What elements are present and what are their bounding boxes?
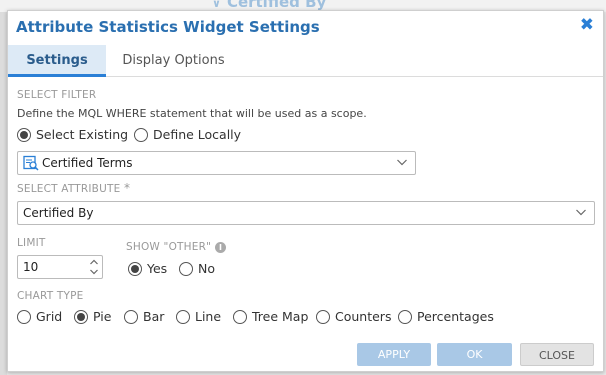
radio-indicator — [398, 309, 412, 324]
attribute-dropdown[interactable]: Certified By — [17, 201, 595, 225]
filter-dropdown[interactable]: Certified Terms — [17, 151, 416, 175]
show-other-label-text: SHOW "OTHER" — [126, 241, 212, 253]
required-marker: * — [123, 181, 131, 195]
radio-indicator — [74, 309, 88, 324]
radio-indicator — [124, 309, 138, 324]
radio-show-other-yes[interactable]: Yes — [128, 261, 167, 276]
radio-define-locally[interactable]: Define Locally — [134, 127, 241, 142]
chevron-down-icon — [396, 156, 408, 168]
limit-value: 10 — [23, 260, 39, 274]
radio-label: Tree Map — [252, 309, 309, 324]
radio-label: Select Existing — [36, 127, 129, 142]
filter-search-icon — [23, 155, 39, 171]
radio-label: Bar — [143, 309, 165, 324]
radio-indicator — [17, 127, 31, 142]
ok-button[interactable]: OK — [437, 343, 512, 366]
select-filter-description: Define the MQL WHERE statement that will… — [17, 107, 367, 120]
limit-label: LIMIT — [17, 237, 46, 249]
radio-indicator — [316, 309, 330, 324]
tab-bar: Settings Display Options — [8, 45, 603, 77]
radio-chart-tree-map[interactable]: Tree Map — [233, 309, 308, 324]
chevron-down-icon: ∨ — [212, 0, 221, 10]
filter-dropdown-value: Certified Terms — [42, 156, 133, 170]
radio-chart-bar[interactable]: Bar — [124, 309, 164, 324]
chevron-down-icon — [575, 206, 587, 218]
radio-chart-percentages[interactable]: Percentages — [398, 309, 494, 324]
radio-chart-line[interactable]: Line — [176, 309, 221, 324]
apply-button[interactable]: APPLY — [357, 343, 431, 366]
radio-indicator — [128, 261, 142, 276]
background-panel — [0, 0, 7, 375]
radio-chart-pie[interactable]: Pie — [74, 309, 111, 324]
close-icon[interactable]: ✖ — [580, 17, 594, 34]
attribute-dropdown-value: Certified By — [23, 206, 94, 220]
radio-indicator — [176, 309, 190, 324]
tab-display-options[interactable]: Display Options — [106, 45, 241, 77]
radio-label: Line — [195, 309, 222, 324]
radio-label: No — [198, 261, 215, 276]
limit-input[interactable]: 10 — [17, 255, 103, 279]
select-filter-label: SELECT FILTER — [17, 89, 97, 101]
radio-select-existing[interactable]: Select Existing — [17, 127, 128, 142]
number-stepper-icon[interactable] — [89, 258, 99, 276]
radio-indicator — [233, 309, 247, 324]
radio-chart-counters[interactable]: Counters — [316, 309, 391, 324]
info-icon[interactable]: i — [215, 241, 227, 253]
chart-type-label: CHART TYPE — [17, 290, 84, 302]
settings-dialog: Attribute Statistics Widget Settings ✖ S… — [7, 10, 604, 372]
close-button[interactable]: CLOSE — [520, 343, 594, 366]
select-attribute-label-text: SELECT ATTRIBUTE — [17, 183, 121, 195]
dialog-title: Attribute Statistics Widget Settings — [16, 18, 320, 36]
radio-label: Yes — [147, 261, 168, 276]
radio-label: Grid — [36, 309, 63, 324]
show-other-label: SHOW "OTHER" i — [126, 241, 227, 253]
radio-indicator — [17, 309, 31, 324]
radio-show-other-no[interactable]: No — [179, 261, 215, 276]
radio-label: Define Locally — [153, 127, 242, 142]
radio-label: Pie — [93, 309, 112, 324]
radio-label: Percentages — [417, 309, 494, 324]
radio-chart-grid[interactable]: Grid — [17, 309, 62, 324]
tab-settings[interactable]: Settings — [8, 45, 106, 77]
radio-indicator — [134, 127, 148, 142]
radio-indicator — [179, 261, 193, 276]
select-attribute-label: SELECT ATTRIBUTE * — [17, 181, 130, 195]
radio-label: Counters — [335, 309, 392, 324]
